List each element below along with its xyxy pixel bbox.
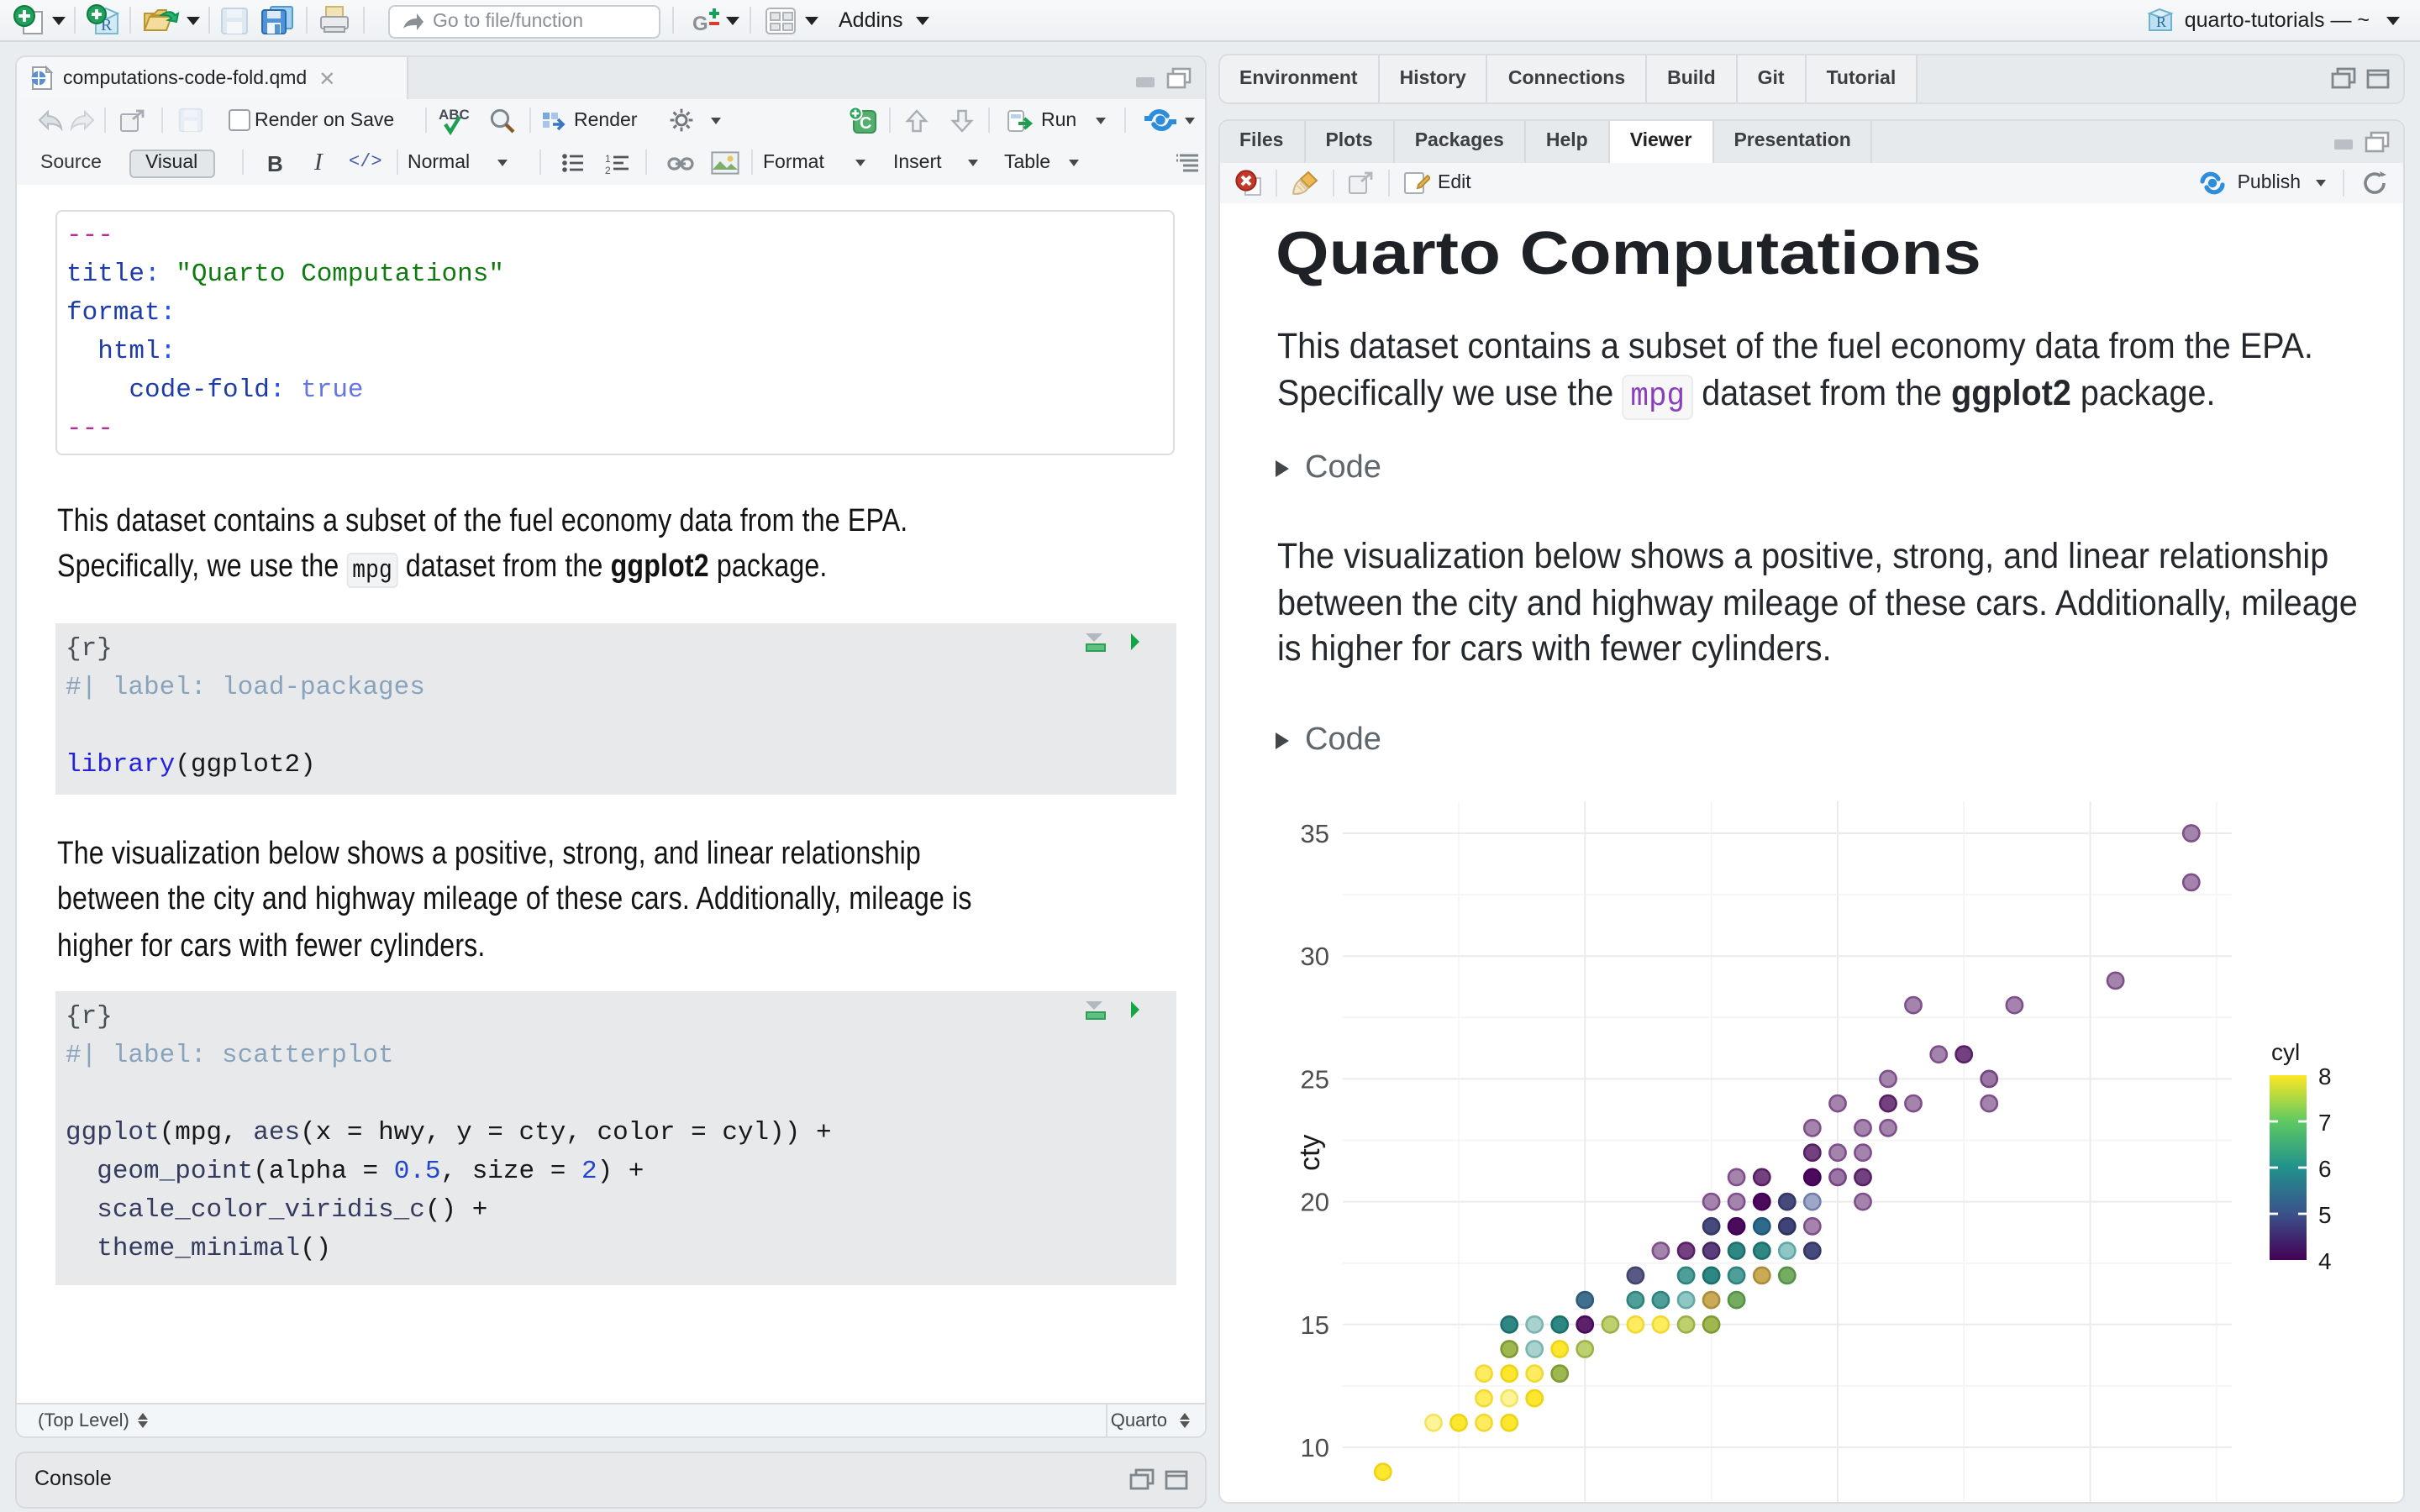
svg-text:25: 25 bbox=[1301, 1064, 1329, 1094]
svg-text:30: 30 bbox=[1301, 942, 1329, 971]
svg-text:ABC: ABC bbox=[438, 106, 469, 122]
svg-text:cty: cty bbox=[1294, 1134, 1326, 1170]
svg-text:7: 7 bbox=[2318, 1110, 2332, 1136]
svg-text:G: G bbox=[692, 13, 708, 35]
svg-text:1: 1 bbox=[604, 152, 610, 164]
svg-text:6: 6 bbox=[2318, 1156, 2332, 1182]
svg-text:4: 4 bbox=[2318, 1248, 2332, 1274]
svg-text:cyl: cyl bbox=[2271, 1039, 2300, 1065]
svg-text:20: 20 bbox=[1301, 1188, 1329, 1217]
svg-text:5: 5 bbox=[2318, 1202, 2332, 1228]
svg-text:R: R bbox=[2156, 13, 2166, 30]
svg-text:2: 2 bbox=[604, 164, 610, 174]
svg-text:8: 8 bbox=[2318, 1063, 2332, 1089]
svg-text:15: 15 bbox=[1301, 1310, 1329, 1340]
svg-text:10: 10 bbox=[1301, 1433, 1329, 1462]
svg-text:35: 35 bbox=[1301, 819, 1329, 848]
